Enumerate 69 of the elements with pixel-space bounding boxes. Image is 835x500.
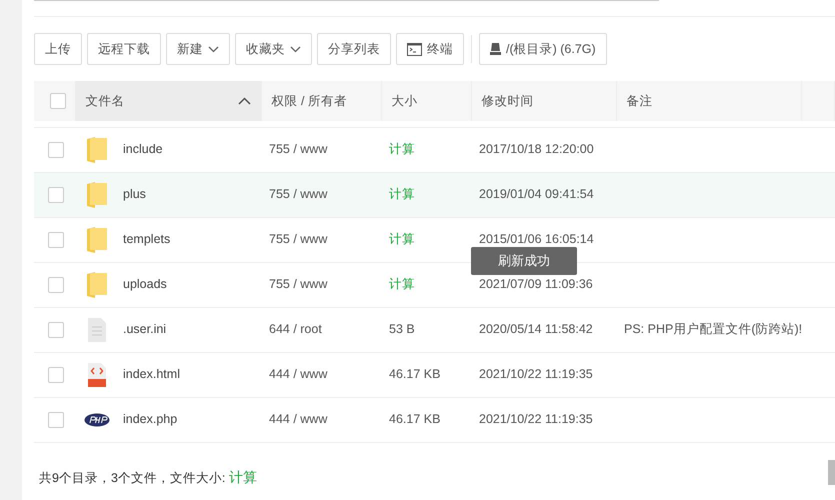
table-cell: 2017/10/18 12:20:00 — [471, 127, 616, 172]
scrollbar-thumb[interactable] — [828, 460, 835, 485]
checkbox[interactable] — [48, 142, 64, 158]
checkbox[interactable] — [48, 412, 64, 428]
file-row[interactable]: index.php 444 / www 46.17 KB 2021/10/22 11:19:35 — [34, 397, 834, 442]
table-cell: 2019/01/04 09:41:54 — [471, 172, 616, 217]
caret-icon — [290, 46, 301, 52]
disk-icon — [490, 43, 501, 55]
table-cell: 2021/10/22 11:19:35 — [471, 397, 616, 442]
column-header[interactable]: 修改时间 — [482, 92, 534, 110]
column-header-cell[interactable]: 大小 — [381, 81, 471, 121]
table-cell: 755 / www — [261, 217, 381, 262]
checkbox[interactable] — [48, 186, 64, 202]
column-header-cell[interactable]: 文件名 — [75, 81, 261, 121]
file-row[interactable]: index.html 444 / www 46.17 KB 2021/10/22 11:19:35 — [34, 352, 834, 397]
toast-message: 刷新成功 — [471, 247, 577, 275]
toolbar-button[interactable]: /(根目录) (6.7G) — [479, 33, 607, 65]
table-cell: 755 / www — [261, 262, 381, 307]
file-size: 46.17 KB — [389, 367, 440, 382]
column-header-cell[interactable]: 权限 / 所有者 — [261, 81, 381, 121]
file-name[interactable]: .user.ini — [123, 320, 166, 339]
table-cell: 2020/05/14 11:58:42 — [471, 307, 616, 352]
table-cell: 2021/10/22 11:19:35 — [471, 352, 616, 397]
file-row[interactable]: plus 755 / www 计算 2019/01/04 09:41:54 — [34, 172, 834, 217]
table-cell: 755 / www — [261, 127, 381, 172]
column-header-cell[interactable]: 修改时间 — [471, 81, 616, 121]
table-cell: 755 / www — [261, 172, 381, 217]
path-field-edge[interactable] — [34, 0, 659, 1]
php-icon — [84, 412, 110, 426]
file-name[interactable]: index.php — [123, 410, 178, 429]
folder-icon — [86, 270, 108, 298]
file-note: PS: PHP用户配置文件(防跨站)! — [624, 322, 802, 336]
folder-icon — [86, 136, 108, 164]
file-size: 53 B — [389, 322, 415, 336]
checkbox[interactable] — [48, 322, 64, 338]
folder-summary: 共9个目录，3个文件，文件大小: — [39, 470, 226, 484]
file-name[interactable]: plus — [123, 185, 146, 204]
table-cell: 644 / root — [261, 307, 381, 352]
toolbar-button[interactable]: 上传 — [34, 33, 82, 65]
toolbar-button[interactable]: 终端 — [396, 33, 464, 65]
terminal-icon — [407, 42, 422, 56]
checkbox[interactable] — [48, 366, 64, 382]
file-name[interactable]: include — [123, 140, 163, 159]
column-header[interactable]: 备注 — [626, 92, 652, 110]
folder-icon — [86, 226, 108, 254]
file-name[interactable]: index.html — [123, 365, 180, 384]
column-header[interactable]: 大小 — [392, 92, 418, 110]
column-header[interactable]: 文件名 — [86, 92, 124, 110]
table-cell: 444 / www — [261, 397, 381, 442]
file-row[interactable]: .user.ini 644 / root 53 B 2020/05/14 11:58:42 PS: PHP用户配置文件(防跨站)! — [34, 307, 834, 352]
checkbox[interactable] — [50, 93, 66, 109]
toolbar-button[interactable]: 分享列表 — [317, 33, 391, 65]
column-header-cell[interactable]: 备注 — [616, 81, 801, 121]
table-cell: 444 / www — [261, 352, 381, 397]
toolbar-button[interactable]: 远程下载 — [87, 33, 161, 65]
caret-icon — [208, 46, 219, 52]
file-size: 46.17 KB — [389, 412, 440, 426]
file-row[interactable]: include 755 / www 计算 2017/10/18 12:20:00 — [34, 127, 834, 172]
file-name[interactable]: uploads — [123, 275, 167, 294]
checkbox[interactable] — [48, 232, 64, 248]
checkbox[interactable] — [48, 276, 64, 292]
column-header[interactable]: 权限 / 所有者 — [272, 92, 347, 110]
file-name[interactable]: templets — [123, 230, 170, 249]
toolbar-button[interactable]: 收藏夹 — [235, 33, 312, 65]
html-file-icon — [87, 362, 107, 386]
folder-icon — [86, 180, 108, 208]
text-file-icon — [88, 318, 106, 342]
toolbar-button[interactable]: 新建 — [166, 33, 230, 65]
sort-up-icon[interactable] — [238, 97, 250, 105]
